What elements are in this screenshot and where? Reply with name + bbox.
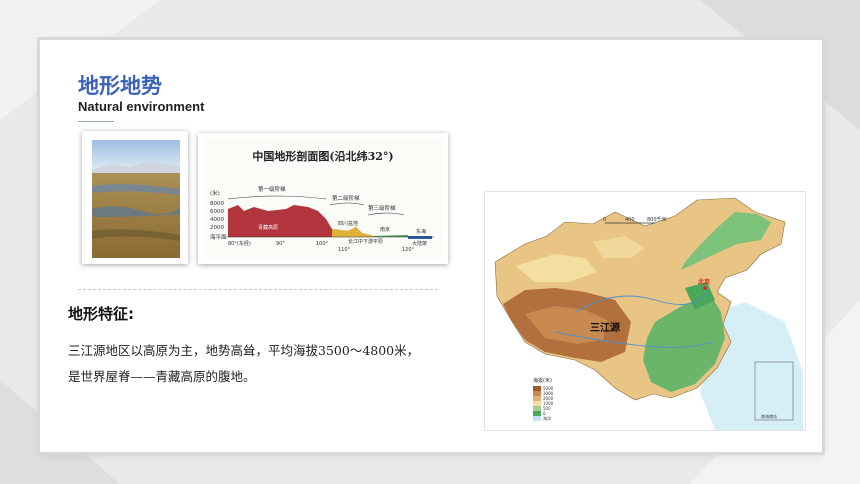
profile-ytick: 4000 bbox=[210, 217, 224, 223]
map-scale-label: 0 bbox=[603, 217, 606, 223]
title-underline bbox=[78, 121, 114, 122]
profile-place: 青藏高原 bbox=[258, 224, 278, 231]
profile-xtick: 110° bbox=[338, 247, 351, 253]
profile-xtick: 90° bbox=[276, 241, 285, 247]
profile-unit: (米) bbox=[210, 189, 220, 197]
profile-step: 第三级阶梯 bbox=[368, 204, 396, 212]
profile-xtick: 80°(东经) bbox=[228, 240, 251, 247]
feature-heading: 地形特征: bbox=[68, 305, 134, 323]
section-divider bbox=[78, 289, 438, 290]
map-inset-frame bbox=[754, 361, 794, 421]
terrain-profile-diagram: 中国地形剖面图(沿北纬32°) (米) 8000 6000 4000 2000 … bbox=[204, 139, 442, 258]
map-inset-label: 南海诸岛 bbox=[761, 413, 777, 419]
profile-ytick: 2000 bbox=[210, 225, 224, 231]
profile-place: 喜马拉雅山脉 bbox=[232, 200, 262, 207]
profile-ytick: 8000 bbox=[210, 201, 224, 207]
profile-xtick: 120° bbox=[402, 247, 415, 253]
map-scale-label: 800千米 bbox=[647, 216, 667, 223]
profile-place: 大陆架 bbox=[412, 240, 427, 247]
page-title: 地形地势 bbox=[78, 74, 162, 98]
feature-line: 三江源地区以高原为主，地势高耸，平均海拔3500～4800米， bbox=[68, 343, 420, 358]
plateau-photo-image bbox=[92, 140, 180, 258]
profile-place: 东海 bbox=[416, 228, 426, 235]
map-legend-title: 海拔(米) bbox=[533, 377, 552, 384]
profile-place: 南京 bbox=[380, 226, 390, 233]
map-scale-label: 400 bbox=[625, 217, 635, 223]
terrain-profile-figure: 中国地形剖面图(沿北纬32°) (米) 8000 6000 4000 2000 … bbox=[198, 133, 448, 264]
profile-title: 中国地形剖面图(沿北纬32°) bbox=[252, 149, 393, 163]
profile-ytick: 6000 bbox=[210, 209, 224, 215]
map-capital-label: 北京 bbox=[698, 278, 710, 286]
china-topographic-map: 0 400 800千米 北京 海拔(米) 5000 3000 2000 1000… bbox=[484, 191, 806, 431]
profile-xtick: 100° bbox=[316, 241, 329, 247]
profile-place: 四川盆地 bbox=[338, 220, 358, 227]
profile-place: 长江中下游平原 bbox=[348, 238, 383, 245]
page-subtitle: Natural environment bbox=[78, 99, 205, 114]
feature-line: 是世界屋脊——青藏高原的腹地。 bbox=[68, 369, 256, 384]
plateau-photo bbox=[82, 131, 188, 264]
sanjiangyuan-label: 三江源 bbox=[590, 323, 620, 334]
feature-description: 三江源地区以高原为主，地势高耸，平均海拔3500～4800米， 是世界屋脊——青… bbox=[68, 338, 468, 390]
profile-step: 第二级阶梯 bbox=[332, 194, 360, 202]
profile-step: 第一级阶梯 bbox=[258, 185, 286, 193]
map-legend-item: 海洋 bbox=[543, 415, 551, 421]
china-map-image: 0 400 800千米 北京 海拔(米) 5000 3000 2000 1000… bbox=[485, 192, 805, 430]
profile-place: 横断山脉 bbox=[290, 198, 310, 205]
profile-ytick: 海平面 bbox=[210, 233, 227, 241]
